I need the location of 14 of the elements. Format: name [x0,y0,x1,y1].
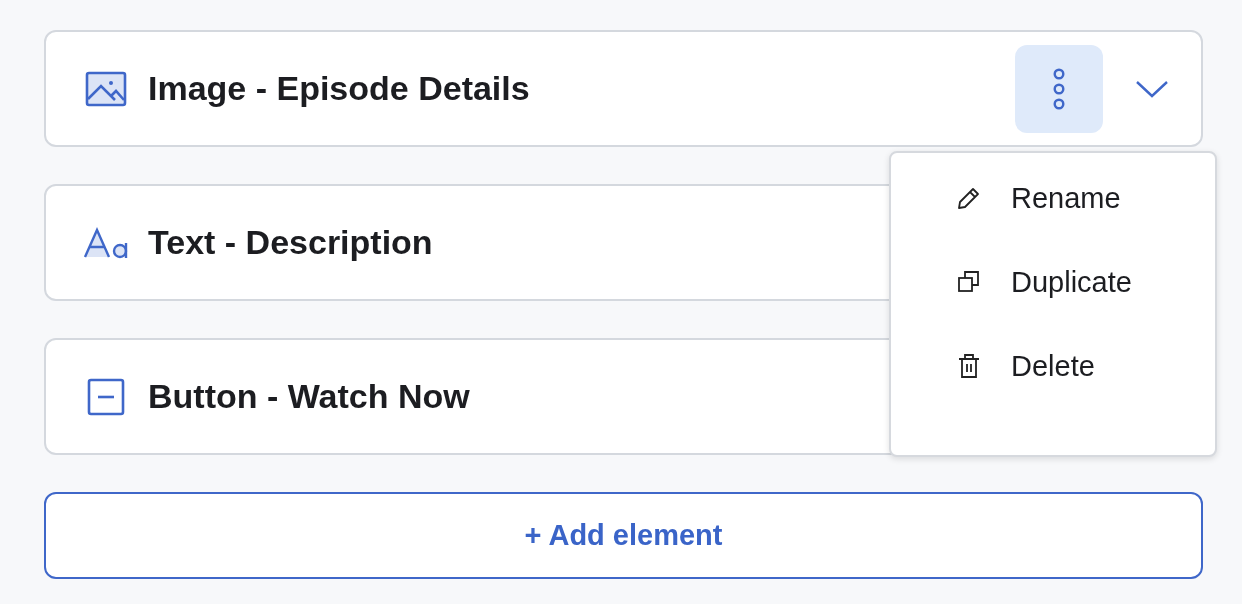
more-button[interactable] [1015,44,1103,133]
trash-icon [957,353,981,379]
copy-icon [957,270,981,294]
button-icon [87,377,125,416]
add-element-button[interactable]: + Add element [44,492,1203,579]
image-icon [85,70,127,107]
pencil-icon [957,186,981,210]
element-title: Image - Episode Details [148,69,531,108]
chevron-down-icon[interactable] [1135,79,1169,98]
element-title: Text - Description [148,223,434,262]
more-icon [1052,66,1066,111]
element-card[interactable]: Image - Episode Details [44,30,1203,147]
element-title: Button - Watch Now [148,377,471,416]
font-icon [83,226,129,259]
